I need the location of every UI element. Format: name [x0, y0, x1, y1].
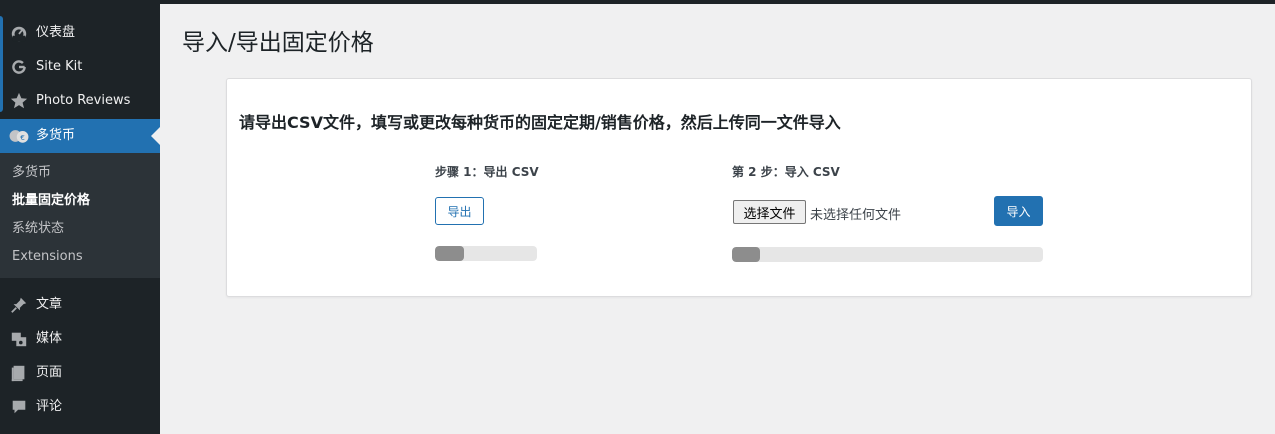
import-progress-bar [732, 247, 1043, 262]
submenu-item-extensions[interactable]: Extensions [12, 243, 83, 271]
active-indicator [151, 127, 160, 145]
sidebar-item-posts[interactable]: 文章 [0, 288, 160, 322]
dashboard-icon [0, 16, 36, 50]
import-progress-fill [732, 247, 760, 262]
import-export-panel: 请导出CSV文件，填写或更改每种货币的固定定期/销售价格，然后上传同一文件导入 … [226, 78, 1252, 297]
sidebar-item-label: 仪表盘 [36, 25, 76, 40]
sidebar-item-label: 媒体 [36, 331, 63, 346]
sidebar-item-site-kit[interactable]: Site Kit [0, 50, 160, 84]
sidebar-item-label: Site Kit [36, 59, 83, 74]
pages-icon [0, 356, 36, 390]
sidebar-item-comments[interactable]: 评论 [0, 390, 160, 424]
sidebar-item-photo-reviews[interactable]: Photo Reviews [0, 84, 160, 118]
currency-icon: € [0, 119, 36, 153]
sidebar-item-dashboard[interactable]: 仪表盘 [0, 16, 160, 50]
sidebar-item-label: 页面 [36, 365, 63, 380]
export-step-label: 步骤 1：导出 CSV [435, 165, 539, 179]
file-status-text: 未选择任何文件 [810, 208, 902, 223]
submenu-item-bulk-fixed-price[interactable]: 批量固定价格 [12, 187, 90, 215]
import-step-label: 第 2 步：导入 CSV [732, 165, 840, 179]
sidebar-item-pages[interactable]: 页面 [0, 356, 160, 390]
choose-file-button[interactable]: 选择文件 [733, 200, 806, 224]
import-button[interactable]: 导入 [994, 196, 1043, 226]
sidebar-item-media[interactable]: 媒体 [0, 322, 160, 356]
panel-heading: 请导出CSV文件，填写或更改每种货币的固定定期/销售价格，然后上传同一文件导入 [239, 113, 841, 132]
admin-top-bar [0, 0, 1275, 4]
admin-sidebar: 仪表盘 Site Kit Photo Reviews € 多货币 文章 媒体 页… [0, 4, 160, 434]
sidebar-item-label: 多货币 [36, 128, 76, 143]
comment-icon [0, 390, 36, 424]
page-title: 导入/导出固定价格 [182, 30, 374, 56]
star-icon [0, 84, 36, 118]
svg-text:€: € [20, 133, 25, 142]
media-icon [0, 322, 36, 356]
sidebar-item-label: 评论 [36, 399, 63, 414]
submenu-item-system-status[interactable]: 系统状态 [12, 215, 64, 243]
pin-icon [0, 288, 36, 322]
sidebar-item-multi-currency[interactable]: € 多货币 [0, 119, 160, 153]
google-g-icon [0, 50, 36, 84]
submenu-item-multi-currency[interactable]: 多货币 [12, 159, 51, 187]
export-progress-fill [435, 246, 464, 261]
export-button[interactable]: 导出 [435, 197, 484, 225]
sidebar-item-label: Photo Reviews [36, 93, 131, 108]
sidebar-submenu: 多货币 批量固定价格 系统状态 Extensions [0, 153, 160, 278]
sidebar-item-label: 文章 [36, 297, 63, 312]
export-progress-bar [435, 246, 537, 261]
